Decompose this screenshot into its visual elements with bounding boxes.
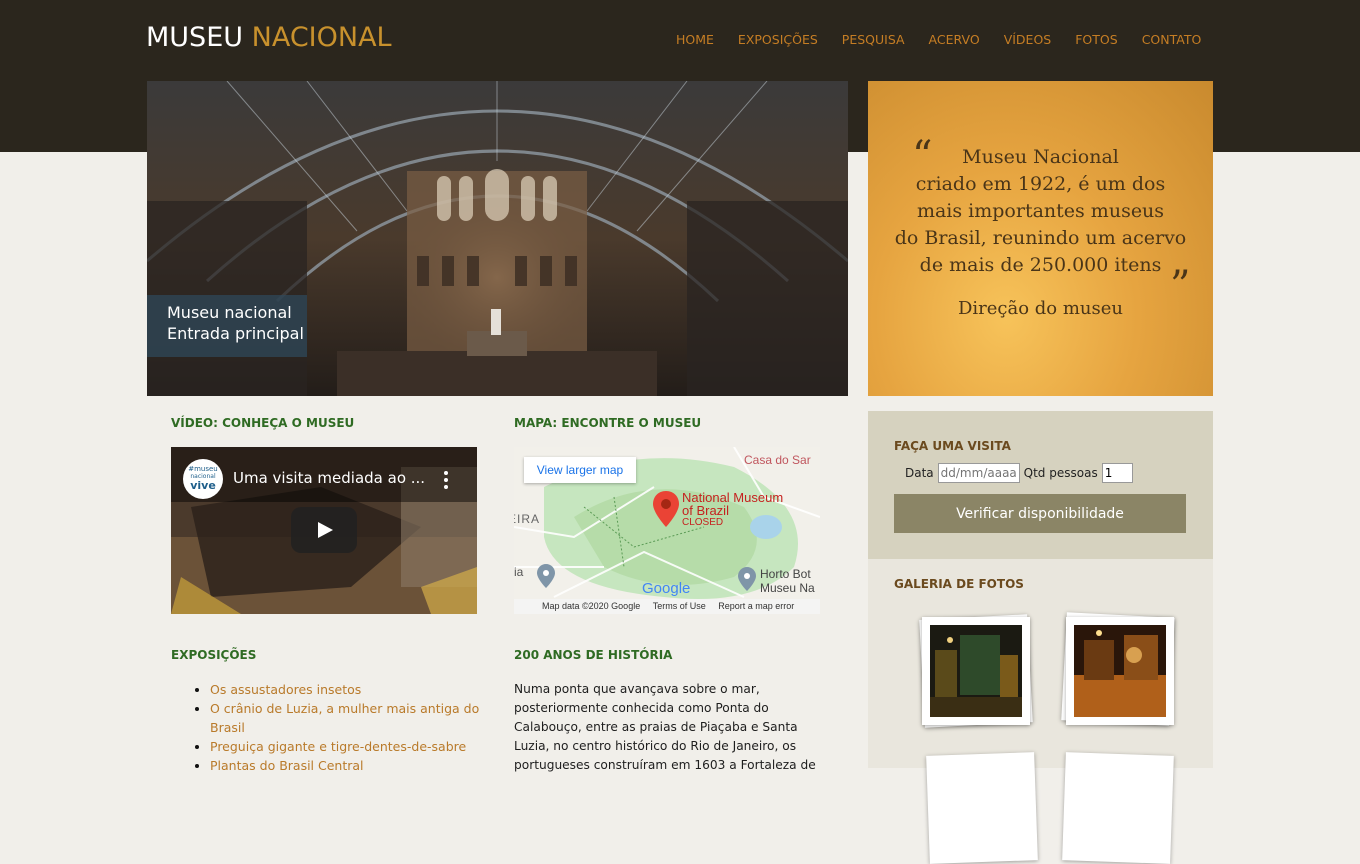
hero-caption-line2: Entrada principal <box>167 324 304 343</box>
quote-line: do Brasil, reunindo um acervo <box>894 227 1187 249</box>
logo-accent-text: NACIONAL <box>251 22 392 53</box>
qty-input[interactable] <box>1101 463 1133 483</box>
list-item: Os assustadores insetos <box>210 680 500 699</box>
nav-videos[interactable]: VÍDEOS <box>992 32 1064 52</box>
map-pin-icon[interactable] <box>653 491 679 527</box>
google-logo: Google <box>642 580 691 597</box>
map-section-title: MAPA: ENCONTRE O MUSEU <box>514 416 702 430</box>
exhibition-link[interactable]: Preguiça gigante e tigre-dentes-de-sabre <box>210 739 466 754</box>
quote-line: Museu Nacional <box>962 146 1119 168</box>
map-data-credit: Map data ©2020 Google <box>542 601 641 611</box>
visit-panel: FAÇA UMA VISITA Data Qtd pessoas Verific… <box>868 411 1213 559</box>
quote-signature: Direção do museu <box>957 298 1124 319</box>
map-footer: Map data ©2020 Google Terms of Use Repor… <box>542 601 794 611</box>
map-label-casa: Casa do Sar <box>744 453 811 467</box>
hero-caption-line1: Museu nacional <box>167 303 292 322</box>
map-label-horto-line1: Horto Bot <box>760 567 811 581</box>
exhibition-link[interactable]: O crânio de Luzia, a mulher mais antiga … <box>210 701 479 735</box>
site-logo[interactable]: MUSEU NACIONAL <box>146 22 392 54</box>
nav-contato[interactable]: CONTATO <box>1130 32 1214 52</box>
gallery-panel: GALERIA DE FOTOS <box>868 559 1213 864</box>
gallery-photo[interactable] <box>922 617 1030 725</box>
main-nav: HOME EXPOSIÇÕES PESQUISA ACERVO VÍDEOS F… <box>664 32 1213 52</box>
list-item: Plantas do Brasil Central <box>210 756 500 775</box>
map-place-status: CLOSED <box>682 517 724 528</box>
logo-main-text: MUSEU <box>146 22 244 53</box>
list-item: Preguiça gigante e tigre-dentes-de-sabre <box>210 737 500 756</box>
map-poi-icon <box>738 567 756 591</box>
gallery-photo-frame <box>1062 752 1174 864</box>
date-label: Data <box>905 466 934 480</box>
history-section-title: 200 ANOS DE HISTÓRIA <box>514 648 673 662</box>
view-larger-map-button[interactable]: View larger map <box>524 457 636 483</box>
exhibition-link[interactable]: Plantas do Brasil Central <box>210 758 364 773</box>
video-title[interactable]: Uma visita mediada ao ... <box>233 469 425 487</box>
video-menu-icon[interactable] <box>444 471 448 489</box>
hero-image: Museu nacional Entrada principal <box>147 81 848 396</box>
list-item: O crânio de Luzia, a mulher mais antiga … <box>210 699 500 737</box>
map-label-ia: ia <box>514 565 524 579</box>
video-section-title: VÍDEO: CONHEÇA O MUSEU <box>171 416 355 430</box>
channel-logo-line1: #museu <box>188 465 218 473</box>
nav-home[interactable]: HOME <box>664 32 726 52</box>
map-label-horto: Horto Bot Museu Na <box>760 567 815 595</box>
visit-title: FAÇA UMA VISITA <box>894 439 1011 453</box>
play-icon <box>318 522 333 538</box>
map-poi-icon <box>537 564 555 588</box>
nav-fotos[interactable]: FOTOS <box>1063 32 1129 52</box>
map-place-line2: of Brazil <box>682 503 729 518</box>
gallery-photo-image <box>930 625 1022 717</box>
hero-caption: Museu nacional Entrada principal <box>147 295 307 357</box>
video-player[interactable]: #museu nacional vive Uma visita mediada … <box>171 447 477 614</box>
gallery-photo[interactable] <box>1066 617 1174 725</box>
play-button[interactable] <box>291 507 357 553</box>
map-report-link[interactable]: Report a map error <box>718 601 794 611</box>
nav-acervo[interactable]: ACERVO <box>917 32 992 52</box>
channel-logo-line3: vive <box>190 479 216 492</box>
channel-logo[interactable]: #museu nacional vive <box>183 459 223 499</box>
verify-availability-button[interactable]: Verificar disponibilidade <box>894 494 1186 533</box>
gallery-photo-frame <box>926 752 1038 864</box>
qty-label: Qtd pessoas <box>1023 466 1098 480</box>
nav-pesquisa[interactable]: PESQUISA <box>830 32 917 52</box>
exhibitions-list: Os assustadores insetos O crânio de Luzi… <box>192 680 500 775</box>
visit-form: Data Qtd pessoas <box>905 463 1133 483</box>
date-input[interactable] <box>937 463 1020 483</box>
quote-line: mais importantes museus <box>916 200 1165 222</box>
gallery-title: GALERIA DE FOTOS <box>894 577 1024 591</box>
map-place-name[interactable]: National Museum of Brazil CLOSED <box>682 491 783 529</box>
map-terms-link[interactable]: Terms of Use <box>653 601 706 611</box>
quote-box: “ Museu Nacional criado em 1922, é um do… <box>868 81 1213 396</box>
quote-line: criado em 1922, é um dos <box>915 173 1166 195</box>
map-label-ira: EIRA <box>514 512 541 526</box>
nav-exposicoes[interactable]: EXPOSIÇÕES <box>726 32 830 52</box>
map-label-horto-line2: Museu Na <box>760 581 815 595</box>
gallery-photo-image <box>1074 625 1166 717</box>
exhibition-link[interactable]: Os assustadores insetos <box>210 682 361 697</box>
quote-line: de mais de 250.000 itens <box>919 254 1162 276</box>
embedded-map[interactable]: View larger map Casa do Sar EIRA ia Nati… <box>514 447 820 614</box>
history-text: Numa ponta que avançava sobre o mar, pos… <box>514 682 816 772</box>
exhibitions-section-title: EXPOSIÇÕES <box>171 648 257 662</box>
quote-text: Museu Nacional criado em 1922, é um dos … <box>868 144 1213 279</box>
